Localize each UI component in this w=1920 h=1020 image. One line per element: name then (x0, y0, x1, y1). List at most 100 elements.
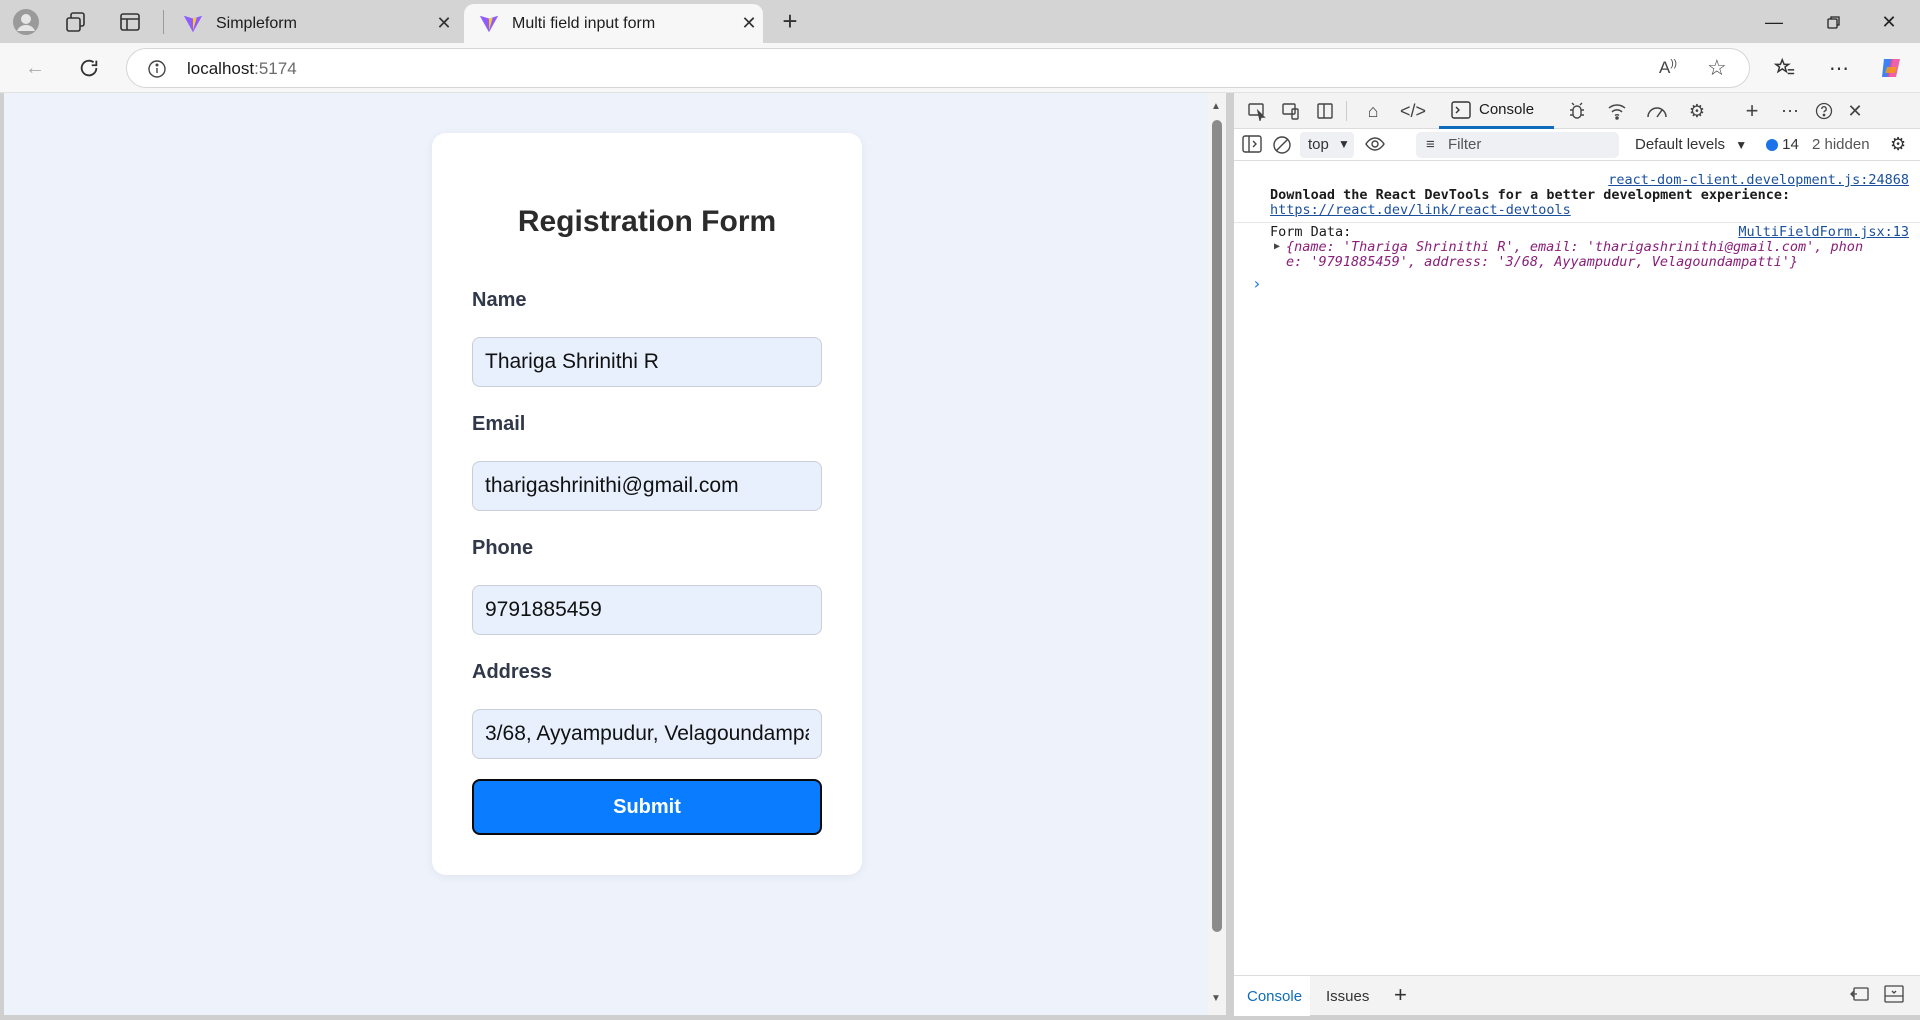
close-tab-icon[interactable]: ✕ (430, 13, 458, 34)
sidebar-toggle-icon[interactable] (1242, 135, 1262, 157)
console-message-text: Download the React DevTools for a better… (1270, 187, 1791, 203)
scrollbar-thumb[interactable] (1212, 120, 1222, 932)
console-settings-icon[interactable]: ⚙ (1890, 134, 1906, 155)
vertical-tabs-icon[interactable] (118, 10, 142, 34)
address-label: Address (472, 661, 553, 683)
page-viewport: Registration Form Name Email Phone Addre… (4, 93, 1208, 1015)
elements-icon[interactable]: </> (1400, 99, 1426, 123)
tab-console[interactable]: Console (1439, 93, 1554, 129)
object-preview-line2[interactable]: e: '9791885459', address: '3/68, Ayyampu… (1286, 254, 1798, 270)
console-message-link[interactable]: https://react.dev/link/react-devtools (1270, 202, 1571, 218)
object-preview-line1[interactable]: {name: 'Thariga Shrinithi R', email: 'th… (1286, 239, 1863, 255)
tab-divider (163, 10, 164, 34)
log-levels-dropdown[interactable]: Default levels ▼ (1635, 136, 1747, 153)
message-source-link[interactable]: react-dom-client.development.js:24868 (1608, 172, 1909, 188)
clear-console-icon[interactable] (1272, 135, 1292, 159)
devtools-panel: ⌂ </> Console ⚙ + ⋯ ✕ top ▼ ≡ Filter Def… (1233, 93, 1920, 1016)
page-scrollbar[interactable]: ▲ ▼ (1208, 93, 1226, 1015)
dock-side-icon[interactable] (1312, 99, 1338, 123)
console-message-text: Form Data: (1270, 224, 1352, 240)
filter-placeholder: Filter (1448, 136, 1482, 153)
tab-console-label: Console (1479, 101, 1535, 118)
close-devtools-icon[interactable]: ✕ (1842, 99, 1868, 123)
scroll-down-icon[interactable]: ▼ (1211, 993, 1221, 1004)
device-emulation-icon[interactable] (1278, 99, 1304, 123)
console-icon (1451, 100, 1471, 119)
log-levels-label: Default levels (1635, 136, 1726, 153)
welcome-home-icon[interactable]: ⌂ (1360, 99, 1386, 123)
workspaces-icon[interactable] (64, 10, 88, 34)
favorite-star-icon[interactable]: ☆ (1707, 55, 1727, 81)
console-messages: react-dom-client.development.js:24868 Do… (1234, 162, 1920, 922)
close-window-button[interactable]: ✕ (1865, 8, 1913, 36)
sources-bug-icon[interactable] (1564, 99, 1590, 123)
message-badge-icon (1766, 139, 1778, 152)
hidden-count: 2 hidden (1812, 136, 1870, 153)
settings-more-icon[interactable]: ⋯ (1822, 52, 1856, 84)
drawer-collapse-icon[interactable] (1884, 985, 1904, 1007)
minimize-button[interactable]: — (1750, 8, 1798, 36)
message-divider (1234, 222, 1920, 223)
name-label: Name (472, 289, 527, 311)
tab-strip: Simpleform ✕ Multi field input form ✕ + … (0, 0, 1920, 43)
restore-button[interactable] (1810, 8, 1858, 36)
email-input[interactable] (472, 461, 822, 511)
phone-input[interactable] (472, 585, 822, 635)
url-host: localhost (187, 59, 255, 78)
drawer-tabbar: Console Issues + (1234, 975, 1920, 1016)
registration-card: Registration Form Name Email Phone Addre… (432, 133, 862, 875)
drawer-dock-icon[interactable] (1850, 985, 1870, 1007)
issue-count: 14 (1782, 136, 1799, 153)
drawer-tab-console-label: Console (1247, 988, 1303, 1005)
favorites-icon[interactable] (1768, 52, 1802, 84)
browser-toolbar: ← localhost:5174 A)) ☆ ⋯ (0, 43, 1920, 93)
performance-icon[interactable] (1644, 99, 1670, 123)
form-title: Registration Form (517, 205, 777, 238)
phone-label: Phone (472, 537, 534, 559)
devtools-more-icon[interactable]: ⋯ (1777, 99, 1803, 123)
back-button[interactable]: ← (18, 52, 52, 84)
scroll-up-icon[interactable]: ▲ (1211, 101, 1221, 112)
vite-favicon-icon (183, 15, 203, 32)
inspect-element-icon[interactable] (1244, 99, 1270, 123)
name-input[interactable] (472, 337, 822, 387)
address-input[interactable] (472, 709, 822, 759)
context-label: top (1308, 136, 1329, 153)
drawer-tab-issues[interactable]: Issues (1326, 988, 1369, 1005)
network-wifi-icon[interactable] (1604, 99, 1630, 123)
devtools-tabbar: ⌂ </> Console ⚙ + ⋯ ✕ (1234, 93, 1920, 129)
console-toolbar: top ▼ ≡ Filter Default levels ▼ 14 2 hid… (1234, 129, 1920, 161)
site-info-icon[interactable] (147, 59, 167, 79)
email-label: Email (472, 413, 526, 435)
read-aloud-icon[interactable]: A)) (1659, 58, 1677, 78)
submit-button[interactable]: Submit (472, 779, 822, 835)
url-port: :5174 (254, 59, 297, 78)
url-text: localhost:5174 (187, 59, 297, 79)
expand-object-icon[interactable]: ▶ (1274, 241, 1280, 252)
tab-title: Multi field input form (512, 14, 656, 32)
address-bar[interactable]: localhost:5174 A)) ☆ (126, 48, 1750, 88)
divider (1346, 101, 1347, 121)
new-tab-button[interactable]: + (776, 8, 804, 36)
live-expression-eye-icon[interactable] (1364, 134, 1386, 158)
drawer-tab-console[interactable]: Console (1234, 976, 1310, 1016)
memory-gear-icon[interactable]: ⚙ (1684, 99, 1710, 123)
close-tab-icon[interactable]: ✕ (735, 13, 763, 34)
context-selector[interactable]: top ▼ (1300, 132, 1354, 158)
filter-icon: ≡ (1426, 136, 1435, 153)
tab-title: Simpleform (216, 14, 297, 32)
tab-simpleform[interactable]: Simpleform ✕ (168, 4, 458, 43)
console-prompt-icon[interactable]: › (1252, 274, 1262, 293)
tab-multi-field-form[interactable]: Multi field input form ✕ (464, 4, 763, 43)
more-tools-plus-icon[interactable]: + (1739, 98, 1765, 123)
help-icon[interactable] (1811, 99, 1837, 123)
vite-favicon-icon (479, 15, 499, 32)
issues-counter[interactable]: 14 (1766, 136, 1799, 153)
context-dropdown-icon: ▼ (1338, 137, 1350, 151)
profile-icon[interactable] (12, 8, 40, 36)
copilot-icon[interactable] (1874, 52, 1908, 84)
refresh-button[interactable] (72, 52, 106, 84)
console-filter-input[interactable]: ≡ Filter (1416, 132, 1619, 158)
drawer-add-tab-icon[interactable]: + (1394, 982, 1407, 1008)
message-source-link[interactable]: MultiFieldForm.jsx:13 (1738, 224, 1909, 240)
